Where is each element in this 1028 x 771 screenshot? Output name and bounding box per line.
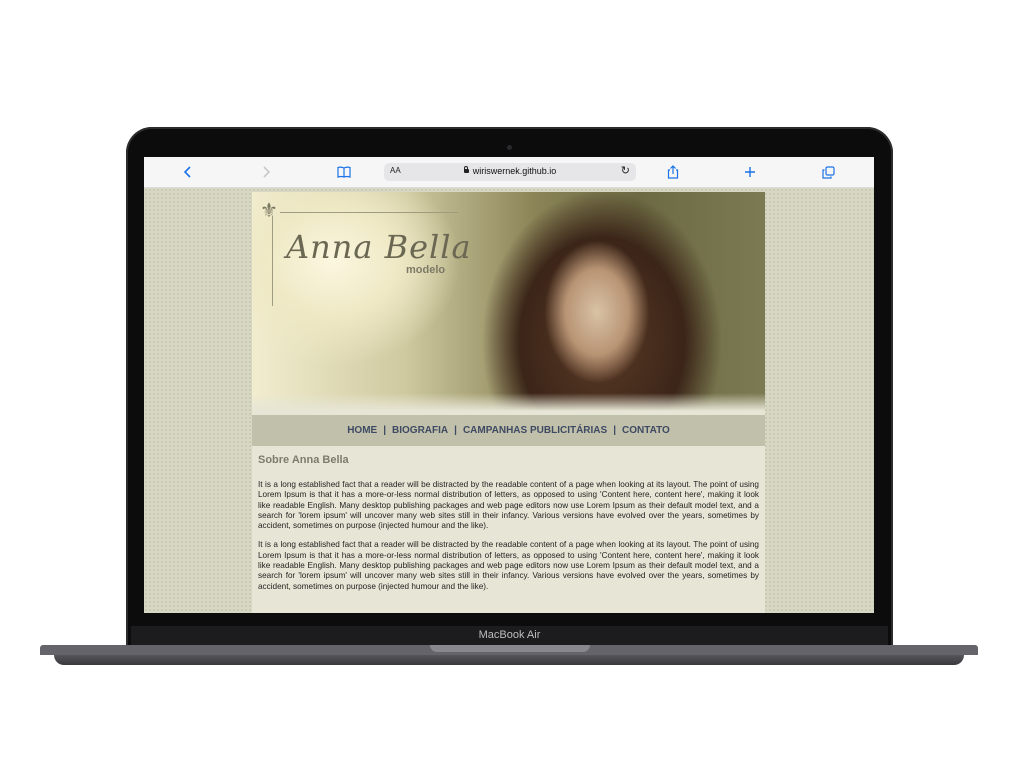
nav-campanhas[interactable]: CAMPANHAS PUBLICITÁRIAS — [463, 425, 607, 436]
url-label: wiriswernek.github.io — [472, 166, 557, 176]
forward-icon[interactable] — [256, 162, 276, 182]
content-paragraph: It is a long established fact that a rea… — [258, 480, 759, 531]
site-container: ⚜ Anna Bella modelo HOME | BIOGRAFIA | C… — [252, 192, 765, 613]
ornament-vertical-line — [272, 216, 273, 306]
share-icon[interactable] — [663, 162, 683, 182]
browser-toolbar: AA wiriswernek.github.io ↻ — [144, 157, 874, 188]
content-heading: Sobre Anna Bella — [258, 454, 349, 466]
laptop-base-bottom — [54, 655, 964, 665]
new-tab-icon[interactable] — [740, 162, 760, 182]
nav-contato[interactable]: CONTATO — [622, 425, 670, 436]
bookmarks-icon[interactable] — [334, 162, 354, 182]
fleur-de-lis-icon: ⚜ — [260, 200, 278, 222]
tabs-icon[interactable] — [818, 162, 838, 182]
logo-name: Anna Bella — [286, 228, 472, 266]
nav-separator: | — [383, 425, 387, 436]
laptop-screen: AA wiriswernek.github.io ↻ ⚜ Anna Bella … — [144, 157, 874, 613]
nav-separator: | — [613, 425, 617, 436]
logo-subtitle: modelo — [406, 264, 446, 276]
reload-icon[interactable]: ↻ — [621, 164, 630, 177]
ornament-horizontal-line — [280, 212, 458, 213]
lock-icon — [463, 166, 469, 173]
main-nav: HOME | BIOGRAFIA | CAMPANHAS PUBLICITÁRI… — [252, 415, 765, 446]
main-content: Sobre Anna Bella It is a long establishe… — [258, 454, 759, 601]
address-bar[interactable]: AA wiriswernek.github.io ↻ — [384, 163, 636, 181]
camera-icon — [507, 145, 512, 150]
laptop-hinge-notch — [430, 645, 590, 652]
nav-home[interactable]: HOME — [347, 425, 377, 436]
laptop-chin: MacBook Air — [131, 626, 888, 646]
nav-biografia[interactable]: BIOGRAFIA — [392, 425, 448, 436]
url-text: wiriswernek.github.io — [384, 166, 636, 176]
nav-separator: | — [454, 425, 457, 436]
brand-label: MacBook Air — [478, 629, 541, 641]
content-paragraph: It is a long established fact that a rea… — [258, 540, 759, 591]
hero-fade — [252, 393, 765, 411]
back-icon[interactable] — [178, 162, 198, 182]
hero-banner: ⚜ Anna Bella modelo — [252, 192, 765, 411]
